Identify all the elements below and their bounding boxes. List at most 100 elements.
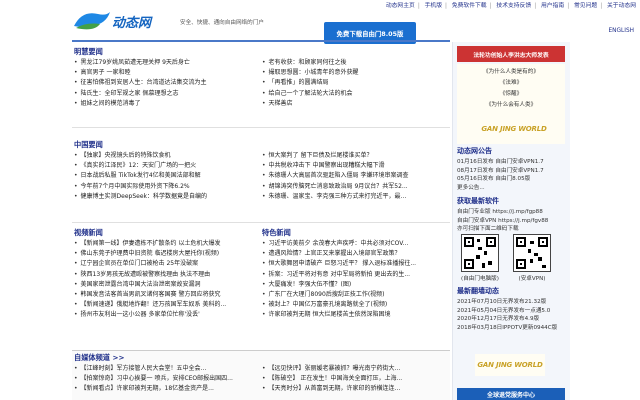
header: 动态网 安全、快捷、通向自由网络的门户 免费下载自由门8.05版 [72,6,632,44]
list-item[interactable]: 习近平访美前夕 余茂春大声疾呼：中共必须对COV... [262,239,444,249]
book-item[interactable]: 《法难》 [457,78,565,89]
qr-code-icon [461,234,499,272]
book-item[interactable]: 《惊醒》 [457,89,565,100]
list-item[interactable]: 【独家】央视镜头后的特殊饮食机 [74,151,256,161]
minghui-list-right: 老有收获：和顾家同何往之後 撮取思想圆：小城青年的意外获醒 「再看推」的圆满结局… [262,58,444,109]
list-item[interactable]: 自由门专业版 https://j.mp/fgp88 [457,208,567,217]
falun-banner[interactable]: 法轮功创始人李洪志大师发表 [457,46,565,62]
list-item[interactable]: 「再看推」的圆满结局 [262,78,444,88]
list-item[interactable]: 辽宁园企官员在单位门口被枪击 25年没破案 [74,259,256,269]
section-divider [72,222,450,223]
site-logo[interactable]: 动态网 [72,6,172,34]
list-item[interactable]: 【远见快评】张丽媛老暴被抓？曝光南宁药街大... [262,364,448,374]
list-item[interactable]: 恒大歌舞团申请破产 巨怒习近平？ 撑入退标准播报往... [262,259,444,269]
list-item[interactable]: 佛山东莞子护理费中旧资院 临迟楼房大屋托你(视频) [74,249,256,259]
list-item[interactable]: 【新闻看点】许家印被判无期，18亿基金资产是... [74,384,256,394]
list-item[interactable]: 健康博主实测DeepSeek：科学数据竟是自编的 [74,192,256,202]
list-item[interactable]: 2020年12月17日无界发布4.9版 [457,315,567,324]
list-item[interactable]: 2021年07月10日无界发布21.32版 [457,298,567,307]
list-item[interactable]: 陕西13岁男孩无故遭殴被警察找理由 执法不理由 [74,270,256,280]
list-item[interactable]: 胡锦涛突传脑死亡消息致政治局 9月议台？共军52... [262,182,444,192]
list-item[interactable]: 日本战后私服 TikTok发行4亿和美国法部和解 [74,171,256,181]
list-item[interactable]: 美国家密泄露台湾中国大法治泄密案故安漏洞 [74,280,256,290]
minghui-list-left: 黑龙江79岁姚凤茹遭无理关押 9天后身亡 高官男子 一家和睦 征害怕佛祖到安居人… [74,58,256,109]
list-item[interactable]: 韩国发音法客首当男凯叉诸何客国赛 警方回应将获究 [74,290,256,300]
list-item[interactable]: 撮取思想圆：小城青年的意外获醒 [262,68,444,78]
featured-title[interactable]: 特色新闻 [262,226,444,239]
list-item[interactable]: 许家印被判无期 恒大烂尾楼苦主依然深陷困境 [262,310,444,320]
list-item[interactable]: 姐妹之间的模范消毒了 [74,99,256,109]
list-item[interactable]: 天梯善店 [262,99,444,109]
list-item[interactable]: 2018年03月18日IPPOTV更新0944C版 [457,324,567,333]
video-title[interactable]: 视频新闻 [74,226,256,239]
list-item[interactable]: 给自己一个了解法轮大法的机会 [262,89,444,99]
section-divider [72,127,450,128]
video-list: 【新闻第一线】伊妻遭栋不扩散条约 以土危机大爆发 佛山东莞子护理费中旧资院 临迟… [74,239,256,321]
english-link[interactable]: ENGLISH [609,28,634,34]
list-item[interactable]: 【新闻第一线】伊妻遭栋不扩散条约 以土危机大爆发 [74,239,256,249]
china-list-right: 恒大案判了 留下巨债及烂尾楼谁买单？ 中共税收冲击下 中国警察出现糟糕大幅下滑 … [262,151,444,202]
qr-label-android: (安卓VPN) [518,276,546,282]
list-item: 亦可扫描下面二维码下载 [457,226,519,233]
gan-jing-world-logo[interactable]: GAN JING WORLD [475,354,545,376]
list-item[interactable]: 遭遇风险情？上官正又来掌握出入境部官军政策？ [262,249,444,259]
list-item[interactable]: 08月17日发布 自由门安卓VPN1.7 [457,167,567,176]
list-item[interactable]: 征害怕佛祖到安居人生：台湾道达法集交流为主 [74,78,256,88]
software-title[interactable]: 获取最新软件 [457,196,499,206]
china-section: 中国要闻 【独家】央视镜头后的特殊饮食机 《真实的江泽民》12：天安门广场的一把… [74,138,256,202]
list-item[interactable]: 黑龙江79岁姚凤茹遭无理关押 9天后身亡 [74,58,256,68]
list-item[interactable]: 恒大案判了 留下巨债及烂尾楼谁买单？ [262,151,444,161]
china-right: 恒大案判了 留下巨债及烂尾楼谁买单？ 中共税收冲击下 中国警察出现糟糕大幅下滑 … [262,151,444,202]
list-item[interactable]: 中共税收冲击下 中国警察出现糟糕大幅下滑 [262,161,444,171]
gan-jing-world-logo[interactable]: GAN JING WORLD [479,118,549,140]
announcement-title[interactable]: 动态网公告 [457,146,492,156]
list-item[interactable]: 朱德珊人大高层首次驱赶陷入僵局 李嫌环境审案调查 [262,171,444,181]
list-item[interactable]: 【江峰时刻】军方接管人民大会堂！五中全会... [74,364,256,374]
list-item[interactable]: 自由门安卓VPN https://j.mp/fgv88 [457,217,567,226]
list-item[interactable]: 今年前7个月中国实际使用外资下降6.2% [74,182,256,192]
list-item[interactable]: 《真实的江泽民》12：天安门广场的一把火 [74,161,256,171]
book-list: 《为什么人类是有的》 《法难》 《惊醒》 《为什么会有人类》 GAN JING … [457,64,565,144]
wave-logo-icon [74,12,110,30]
qr-label-pc: (自由门电脑版) [461,276,499,282]
header-divider [72,40,450,42]
site-slogan: 安全、快捷、通向自由网络的门户 [180,20,264,26]
list-item[interactable]: 被封上？中国亿万富豪孔境离路就全了(视频) [262,300,444,310]
list-item[interactable]: 更多公告... [457,184,567,193]
sidebar: 法轮功创始人李洪志大师发表 《为什么人类是有的》 《法难》 《惊醒》 《为什么会… [452,42,570,400]
list-item[interactable]: 老有收获：和顾家同何往之後 [262,58,444,68]
minghui-right: 老有收获：和顾家同何往之後 撮取思想圆：小城青年的意外获醒 「再看推」的圆满结局… [262,58,444,109]
list-item[interactable]: 【天亮时分】从首富到无期，许家印的骄横连连... [262,384,448,394]
list-item[interactable]: 扬州市友利出一这小公器 多家单位忙称'没丢' [74,310,256,320]
list-item[interactable]: 【新闻速递】俄艇地炸翻！还万孩国军车奴系 美科的... [74,300,256,310]
update-title[interactable]: 最新翻墙动态 [457,286,499,296]
list-item[interactable]: 【陈破空】 正在发生！中国海关全面打压，上海... [262,374,448,384]
list-item[interactable]: 拆案：习近平将对有意 对中军局将新拍 更出去的生... [262,270,444,280]
featured-section: 特色新闻 习近平访美前夕 余茂春大声疾呼：中共必须对COV... 遭遇风险情？上… [262,226,444,321]
update-list: 2021年07月10日无界发布21.32版 2021年05月04日无界发布一点通… [457,298,567,332]
china-list-left: 【独家】央视镜头后的特殊饮食机 《真实的江泽民》12：天安门广场的一把火 日本战… [74,151,256,202]
list-item[interactable]: 陆氏生：全印军规之家 佩慕理想之志 [74,89,256,99]
book-item[interactable]: 《为什么会有人类》 [457,100,565,111]
minghui-title[interactable]: 明慧要闻 [74,45,256,58]
list-item[interactable]: 01月16日发布 自由门安卓VPN1.7 [457,158,567,167]
china-title[interactable]: 中国要闻 [74,138,256,151]
minghui-section: 明慧要闻 黑龙江79岁姚凤茹遭无理关押 9天后身亡 高官男子 一家和睦 征害怕佛… [74,45,256,109]
self-media-list-left: 【江峰时刻】军方接管人民大会堂！五中全会... 【拍案惊奇】习中心挨要一 喷兵，… [74,364,256,395]
logo-text: 动态网 [112,16,152,31]
video-section: 视频新闻 【新闻第一线】伊妻遭栋不扩散条约 以土危机大爆发 佛山东莞子护理费中旧… [74,226,256,321]
list-item[interactable]: 广东厂在大理门8090后搜刮正技工作(视频) [262,290,444,300]
list-item[interactable]: 2021年05月04日无界发布一点通5.0 [457,307,567,316]
list-item[interactable]: 高官男子 一家和睦 [74,68,256,78]
list-item[interactable]: 朱德珊、温家宝、李克强三种方式来打完近平，最... [262,192,444,202]
featured-list: 习近平访美前夕 余茂春大声疾呼：中共必须对COV... 遭遇风险情？上官正又来掌… [262,239,444,321]
qr-code-icon [513,234,551,272]
list-item[interactable]: 【拍案惊奇】习中心挨要一 喷兵，安排CEO邮报出国四... [74,374,256,384]
list-item[interactable]: 05月16日发布 自由门8.05版 [457,175,567,184]
list-item[interactable]: 大厦痛发！李强大伍不懂？(图) [262,280,444,290]
self-media-title[interactable]: 自媒体频道 >> [72,351,450,364]
self-media-section: 自媒体频道 >> 【江峰时刻】军方接管人民大会堂！五中全会... 【拍案惊奇】习… [72,350,450,400]
tuidang-banner[interactable]: 全球退党服务中心 [457,388,565,400]
self-media-list-right: 【远见快评】张丽媛老暴被抓？曝光南宁药街大... 【陈破空】 正在发生！中国海关… [262,364,448,395]
book-item[interactable]: 《为什么人类是有的》 [457,67,565,78]
